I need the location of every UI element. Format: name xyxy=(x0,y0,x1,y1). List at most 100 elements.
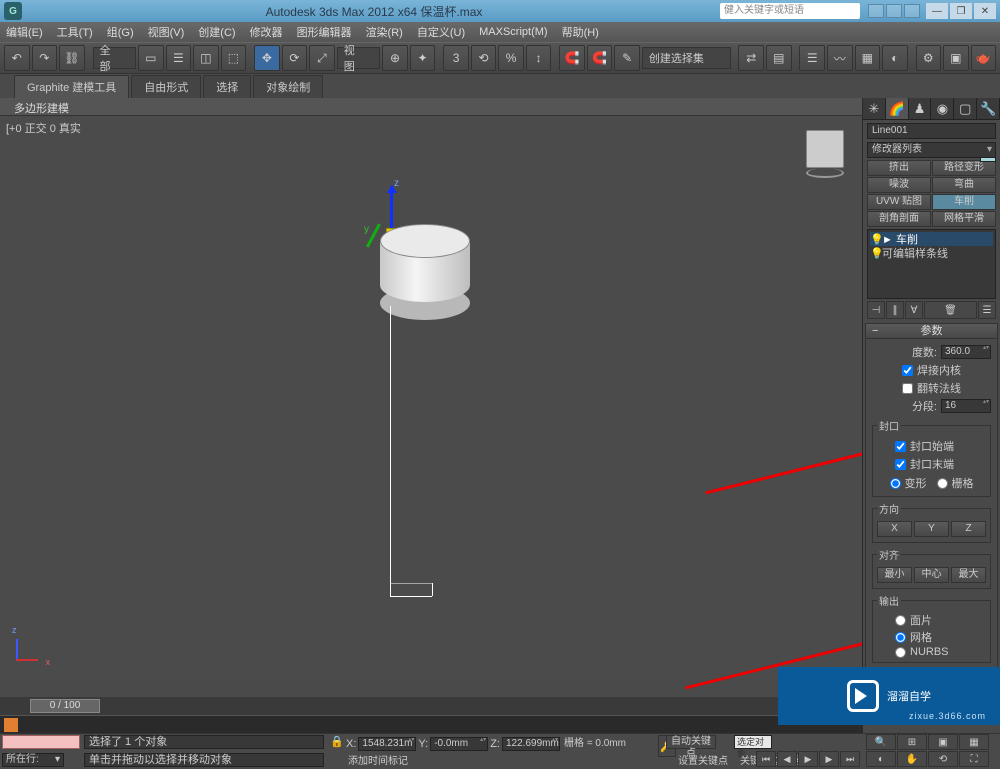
info-icon[interactable] xyxy=(886,4,902,18)
mirror-icon[interactable]: ⇄ xyxy=(738,45,764,71)
align-min-button[interactable]: 最小 xyxy=(877,567,912,583)
material-icon[interactable]: ◐ xyxy=(882,45,908,71)
render-icon[interactable]: 🫖 xyxy=(971,45,997,71)
tab-motion-icon[interactable]: ◉ xyxy=(931,98,954,119)
scale-icon[interactable]: ⤢ xyxy=(309,45,335,71)
close-button[interactable]: ✕ xyxy=(974,3,996,19)
link-icon[interactable]: ⛓ xyxy=(59,45,85,71)
maxscript-mini-listener[interactable] xyxy=(2,735,80,749)
ribbon-tab-selection[interactable]: 选择 xyxy=(203,75,251,98)
stack-item-lathe[interactable]: 💡► 车削 xyxy=(870,232,993,246)
stack-item-spline[interactable]: 💡可编辑样条线 xyxy=(870,246,993,260)
ribbon-tab-freeform[interactable]: 自由形式 xyxy=(131,75,201,98)
align-max-button[interactable]: 最大 xyxy=(951,567,986,583)
time-slider-handle[interactable]: 0 / 100 xyxy=(30,699,100,713)
cap-start-checkbox[interactable] xyxy=(895,441,906,452)
track-bar[interactable] xyxy=(0,715,862,733)
ref-coord-dropdown[interactable]: 视图 xyxy=(337,47,381,69)
selection-filter-dropdown[interactable]: 全部 xyxy=(93,47,137,69)
help-icon[interactable] xyxy=(868,4,884,18)
zoom-extents-all-icon[interactable]: ▦ xyxy=(959,734,989,750)
degrees-spinner[interactable]: 360.0 xyxy=(941,345,991,359)
segments-spinner[interactable]: 16 xyxy=(941,399,991,413)
goto-end-icon[interactable]: ⏭ xyxy=(840,751,860,767)
cap-end-checkbox[interactable] xyxy=(895,459,906,470)
render-setup-icon[interactable]: ⚙ xyxy=(916,45,942,71)
search-input[interactable]: 健入关键字或短语 xyxy=(720,3,860,19)
menu-create[interactable]: 创建(C) xyxy=(198,24,235,40)
z-spinner[interactable]: 122.699mm xyxy=(502,737,560,751)
prev-frame-icon[interactable]: ◀ xyxy=(777,751,797,767)
time-slider[interactable]: 0 / 100 xyxy=(0,697,862,715)
goto-start-icon[interactable]: ⏮ xyxy=(756,751,776,767)
fov-icon[interactable]: ◐ xyxy=(866,751,896,767)
trackbar-toggle-icon[interactable] xyxy=(4,718,18,732)
mod-btn-pathdeform[interactable]: 路径变形 xyxy=(932,160,996,176)
magnet2-icon[interactable]: 🧲 xyxy=(587,45,613,71)
menu-rendering[interactable]: 渲染(R) xyxy=(366,24,403,40)
menu-edit[interactable]: 编辑(E) xyxy=(6,24,43,40)
next-frame-icon[interactable]: ▶ xyxy=(819,751,839,767)
mod-btn-extrude[interactable]: 挤出 xyxy=(867,160,931,176)
modifier-stack[interactable]: 💡► 车削 💡可编辑样条线 xyxy=(867,229,996,299)
percent-snap-icon[interactable]: % xyxy=(498,45,524,71)
config-icon[interactable]: ☰ xyxy=(978,301,996,319)
dir-x-button[interactable]: X xyxy=(877,521,912,537)
magnet-icon[interactable]: 🧲 xyxy=(559,45,585,71)
unique-icon[interactable]: ∀ xyxy=(905,301,923,319)
redo-icon[interactable]: ↷ xyxy=(32,45,58,71)
edit-named-sel-icon[interactable]: ✎ xyxy=(614,45,640,71)
viewcube[interactable] xyxy=(798,126,852,180)
out-mesh-radio[interactable] xyxy=(895,632,906,643)
orbit-icon[interactable]: ⟲ xyxy=(928,751,958,767)
rotate-icon[interactable]: ⟳ xyxy=(282,45,308,71)
pan-icon[interactable]: ✋ xyxy=(897,751,927,767)
spinner-snap-icon[interactable]: ↕ xyxy=(526,45,552,71)
ribbon-tab-paint[interactable]: 对象绘制 xyxy=(253,75,323,98)
menu-maxscript[interactable]: MAXScript(M) xyxy=(479,26,547,38)
morph-radio[interactable] xyxy=(890,478,901,489)
mod-btn-bend[interactable]: 弯曲 xyxy=(932,177,996,193)
minimize-button[interactable]: — xyxy=(926,3,948,19)
menu-help[interactable]: 帮助(H) xyxy=(562,24,599,40)
mod-btn-noise[interactable]: 噪波 xyxy=(867,177,931,193)
star-icon[interactable] xyxy=(904,4,920,18)
tab-create-icon[interactable]: ✳ xyxy=(863,98,886,119)
viewport-label[interactable]: [+0 正交 0 真实 xyxy=(6,120,81,136)
zoom-extents-icon[interactable]: ▣ xyxy=(928,734,958,750)
x-spinner[interactable]: 1548.231m xyxy=(358,737,416,751)
lock-icon[interactable]: 🔒 xyxy=(330,735,344,749)
restore-button[interactable]: ❐ xyxy=(950,3,972,19)
align-center-button[interactable]: 中心 xyxy=(914,567,949,583)
menu-customize[interactable]: 自定义(U) xyxy=(417,24,465,40)
move-icon[interactable]: ✥ xyxy=(254,45,280,71)
mod-btn-uvwmap[interactable]: UVW 贴图 xyxy=(867,194,931,210)
schematic-icon[interactable]: ▦ xyxy=(855,45,881,71)
weld-core-checkbox[interactable] xyxy=(902,365,913,376)
dir-y-button[interactable]: Y xyxy=(914,521,949,537)
curve-editor-icon[interactable]: 〰 xyxy=(827,45,853,71)
zoom-all-icon[interactable]: ⊞ xyxy=(897,734,927,750)
key-filter-dropdown[interactable]: 选定对象 xyxy=(734,735,772,749)
listener-dropdown[interactable]: 所在行: xyxy=(2,753,64,767)
flip-normals-checkbox[interactable] xyxy=(902,383,913,394)
manipulate-icon[interactable]: ✦ xyxy=(410,45,436,71)
add-time-tag-button[interactable]: 添加时间标记 xyxy=(348,752,408,767)
menu-views[interactable]: 视图(V) xyxy=(148,24,185,40)
out-nurbs-radio[interactable] xyxy=(895,647,906,658)
undo-icon[interactable]: ↶ xyxy=(4,45,30,71)
ribbon-tab-graphite[interactable]: Graphite 建模工具 xyxy=(14,75,129,98)
align-icon[interactable]: ▤ xyxy=(766,45,792,71)
play-icon[interactable]: ▶ xyxy=(798,751,818,767)
layer-icon[interactable]: ☰ xyxy=(799,45,825,71)
modifier-list-dropdown[interactable]: 修改器列表 xyxy=(867,142,996,158)
snap-toggle-icon[interactable]: 3 xyxy=(443,45,469,71)
zoom-icon[interactable]: 🔍 xyxy=(866,734,896,750)
pivot-icon[interactable]: ⊕ xyxy=(382,45,408,71)
setkey-button[interactable]: 设置关键点 xyxy=(678,752,728,767)
menu-modifiers[interactable]: 修改器 xyxy=(250,24,283,40)
mod-btn-lathe[interactable]: 车削 xyxy=(932,194,996,210)
mod-btn-meshsmooth[interactable]: 网格平滑 xyxy=(932,211,996,227)
menu-group[interactable]: 组(G) xyxy=(107,24,134,40)
maximize-vp-icon[interactable]: ⛶ xyxy=(959,751,989,767)
